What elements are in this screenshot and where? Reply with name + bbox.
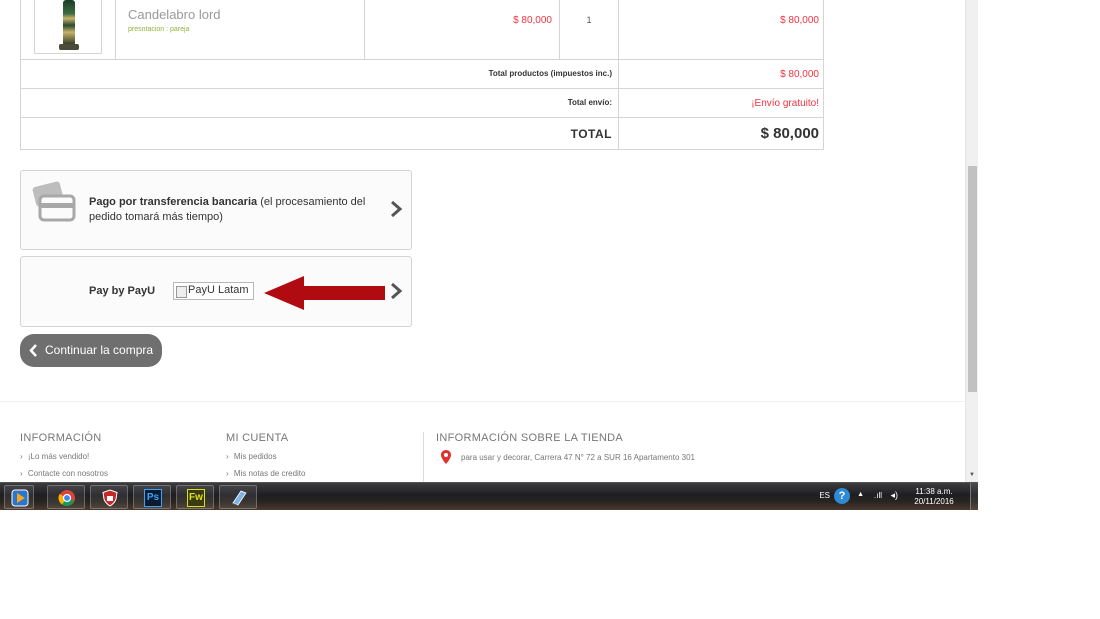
- taskbar-fireworks[interactable]: Fw: [176, 485, 214, 509]
- total-shipping-value-cell: ¡Envío gratuito!: [619, 89, 825, 117]
- footer-account-title: MI CUENTA: [226, 432, 289, 444]
- shield-icon: [102, 489, 118, 507]
- footer-link-credit-notes[interactable]: Mis notas de credito: [226, 469, 306, 478]
- footer: INFORMACIÓN ¡Lo más vendido! Contacte co…: [0, 401, 965, 482]
- bank-transfer-text: Pago por transferencia bancaria (el proc…: [89, 195, 369, 225]
- cart-product-row: Candelabro lord presntacion : pareja $ 8…: [20, 0, 824, 60]
- clock-time: 11:38 a.m.: [915, 487, 953, 496]
- footer-divider: [423, 432, 424, 482]
- map-pin-icon: [441, 450, 451, 464]
- store-address: para usar y decorar, Carrera 47 N° 72 a …: [461, 453, 695, 462]
- taskbar-notes-app[interactable]: [219, 485, 257, 509]
- total-products-value: $ 80,000: [780, 69, 819, 80]
- footer-info-title: INFORMACIÓN: [20, 432, 102, 444]
- page-scrollbar[interactable]: ▼: [965, 0, 978, 482]
- quantity: 1: [586, 15, 592, 25]
- pay-payu-option[interactable]: Pay by PayU PayU Latam: [20, 256, 412, 327]
- show-hidden-icons-icon[interactable]: ▲: [857, 491, 864, 498]
- volume-icon[interactable]: ◂): [890, 490, 898, 501]
- subtotal: $ 80,000: [780, 15, 819, 26]
- scrollbar-thumb[interactable]: [968, 166, 977, 392]
- grand-total-label: TOTAL: [570, 127, 612, 141]
- product-image[interactable]: [34, 0, 102, 54]
- total-shipping-value: ¡Envío gratuito!: [751, 98, 819, 109]
- continue-shopping-button[interactable]: Continuar la compra: [20, 334, 163, 367]
- product-attributes: presntacion : pareja: [128, 26, 190, 33]
- photoshop-icon: Ps: [144, 489, 162, 507]
- quantity-cell: 1: [560, 0, 619, 59]
- grand-total-row: TOTAL $ 80,000: [20, 118, 824, 150]
- taskbar-shield-app[interactable]: [90, 485, 128, 509]
- fireworks-icon: Fw: [187, 489, 205, 507]
- notebook-icon: [232, 490, 247, 506]
- store-address-line: para usar y decorar, Carrera 47 N° 72 a …: [436, 450, 695, 464]
- media-player-icon: [11, 489, 29, 507]
- taskbar-photoshop[interactable]: Ps: [133, 485, 171, 509]
- chrome-icon: [58, 490, 75, 506]
- total-shipping-label: Total envío:: [567, 98, 612, 107]
- taskbar-chrome[interactable]: [47, 485, 85, 509]
- total-shipping-row: Total envío: ¡Envío gratuito!: [20, 89, 824, 118]
- help-icon[interactable]: ?: [834, 488, 850, 504]
- total-products-label-cell: Total productos (impuestos inc.): [21, 60, 619, 88]
- scroll-down-arrow-icon[interactable]: ▼: [969, 472, 975, 478]
- footer-store-column: INFORMACIÓN SOBRE LA TIENDA para usar y …: [436, 432, 695, 464]
- chevron-right-icon: [391, 282, 403, 300]
- pay-bank-transfer-option[interactable]: Pago por transferencia bancaria (el proc…: [20, 170, 412, 250]
- total-products-value-cell: $ 80,000: [619, 60, 825, 88]
- taskbar-media-player[interactable]: [4, 485, 34, 509]
- grand-total-value-cell: $ 80,000: [619, 118, 825, 149]
- footer-link-bestsellers[interactable]: ¡Lo más vendido!: [20, 452, 108, 461]
- subtotal-cell: $ 80,000: [619, 0, 825, 59]
- unit-price-cell: $ 80,000: [365, 0, 560, 59]
- product-description-cell: Candelabro lord presntacion : pareja: [116, 0, 365, 59]
- payu-label: Pay by PayU: [89, 285, 156, 297]
- show-desktop-button[interactable]: [970, 483, 978, 510]
- product-name[interactable]: Candelabro lord: [128, 7, 221, 22]
- chevron-left-icon: [29, 344, 37, 357]
- payu-broken-image: PayU Latam: [173, 282, 254, 300]
- continue-shopping-label: Continuar la compra: [45, 343, 154, 357]
- credit-card-icon: [32, 181, 76, 222]
- clock-date: 20/11/2016: [914, 497, 954, 506]
- total-shipping-label-cell: Total envío:: [21, 89, 619, 117]
- total-products-label: Total productos (impuestos inc.): [488, 69, 612, 78]
- clock[interactable]: 11:38 a.m. 20/11/2016: [908, 487, 960, 507]
- language-indicator[interactable]: ES: [819, 491, 830, 500]
- bank-transfer-title: Pago por transferencia bancaria: [89, 196, 258, 208]
- total-products-row: Total productos (impuestos inc.) $ 80,00…: [20, 60, 824, 89]
- grand-total-label-cell: TOTAL: [21, 118, 619, 149]
- screen: Candelabro lord presntacion : pareja $ 8…: [0, 0, 978, 510]
- red-arrow-annotation: [264, 276, 385, 310]
- footer-info-column: INFORMACIÓN ¡Lo más vendido! Contacte co…: [20, 432, 108, 478]
- footer-store-title: INFORMACIÓN SOBRE LA TIENDA: [436, 432, 623, 444]
- chevron-right-icon: [391, 200, 403, 218]
- footer-account-column: MI CUENTA Mis pedidos Mis notas de credi…: [226, 432, 305, 478]
- grand-total-value: $ 80,000: [760, 125, 819, 142]
- browser-viewport: Candelabro lord presntacion : pareja $ 8…: [0, 0, 965, 482]
- candelabra-base: [59, 44, 79, 50]
- unit-price: $ 80,000: [513, 15, 552, 26]
- candelabra-image: [63, 0, 75, 46]
- footer-link-orders[interactable]: Mis pedidos: [226, 452, 305, 461]
- footer-link-contact[interactable]: Contacte con nosotros: [20, 469, 108, 478]
- network-signal-icon[interactable]: .ıll: [874, 491, 882, 500]
- windows-taskbar: Ps Fw ES ? ▲ .ıll ◂) 11:38 a.m. 20/11/20…: [0, 482, 978, 510]
- product-thumb-cell: [21, 0, 116, 59]
